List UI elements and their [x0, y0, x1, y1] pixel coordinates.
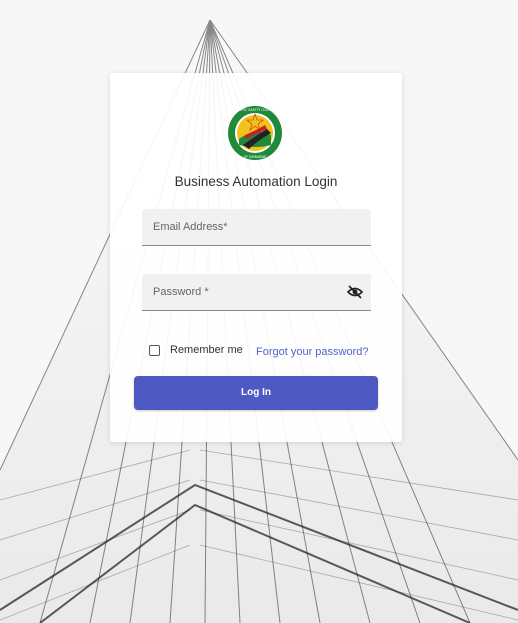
traffic-safety-council-logo: TRAFFIC SAFETY COUNCIL OF ZIMBABWE	[228, 106, 282, 160]
logo-text-bottom: OF ZIMBABWE	[244, 155, 267, 159]
remember-checkbox[interactable]	[149, 344, 160, 356]
login-card: TRAFFIC SAFETY COUNCIL OF ZIMBABWE Busin…	[110, 73, 402, 442]
email-field[interactable]: Email Address*	[142, 209, 371, 246]
forgot-password-link[interactable]: Forgot your password?	[256, 346, 369, 358]
remember-me[interactable]: Remember me	[149, 344, 243, 356]
login-button[interactable]: Log In	[134, 376, 378, 410]
email-label: Email Address*	[153, 221, 228, 233]
login-title: Business Automation Login	[174, 174, 338, 189]
eye-off-icon[interactable]	[347, 285, 363, 299]
password-label: Password *	[153, 286, 209, 298]
password-field[interactable]: Password *	[142, 274, 371, 311]
logo-text-top: TRAFFIC SAFETY COUNCIL	[233, 108, 276, 112]
remember-label: Remember me	[170, 344, 243, 356]
